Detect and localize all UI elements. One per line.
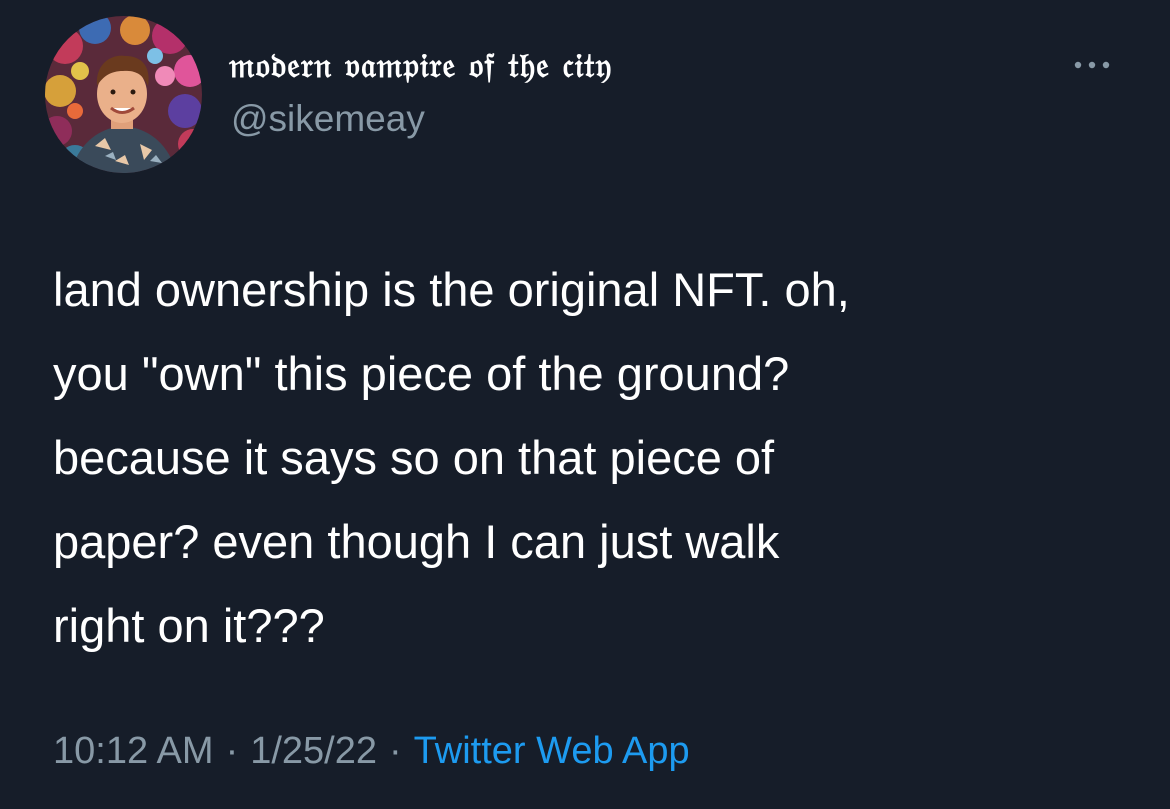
tweet-source-link[interactable]: Twitter Web App	[414, 730, 690, 772]
more-horizontal-icon	[1074, 61, 1110, 69]
tweet-text: land ownership is the original NFT. oh, …	[53, 248, 1143, 668]
tweet-card: 𝔪𝔬𝔡𝔢𝔯𝔫 𝔳𝔞𝔪𝔭𝔦𝔯𝔢 𝔬𝔣 𝔱𝔥𝔢 𝔠𝔦𝔱𝔶 @sikemeay lan…	[0, 0, 1170, 809]
tweet-text-line: land ownership is the original NFT. oh,	[53, 263, 850, 316]
tweet-text-line: right on it???	[53, 599, 325, 652]
tweet-text-line: because it says so on that piece of	[53, 431, 775, 484]
tweet-date[interactable]: 1/25/22	[250, 730, 377, 772]
meta-separator: ·	[225, 730, 239, 772]
tweet-time[interactable]: 10:12 AM	[53, 730, 214, 772]
tweet-text-line: you "own" this piece of the ground?	[53, 347, 790, 400]
avatar-image	[45, 16, 202, 173]
tweet-meta: 10:12 AM · 1/25/22 · Twitter Web App	[53, 730, 690, 773]
tweet-text-line: paper? even though I can just walk	[53, 515, 780, 568]
more-options-button[interactable]	[1062, 50, 1122, 80]
display-name[interactable]: 𝔪𝔬𝔡𝔢𝔯𝔫 𝔳𝔞𝔪𝔭𝔦𝔯𝔢 𝔬𝔣 𝔱𝔥𝔢 𝔠𝔦𝔱𝔶	[229, 46, 612, 86]
user-handle[interactable]: @sikemeay	[231, 98, 425, 140]
meta-separator: ·	[389, 730, 402, 772]
avatar[interactable]	[45, 16, 202, 173]
